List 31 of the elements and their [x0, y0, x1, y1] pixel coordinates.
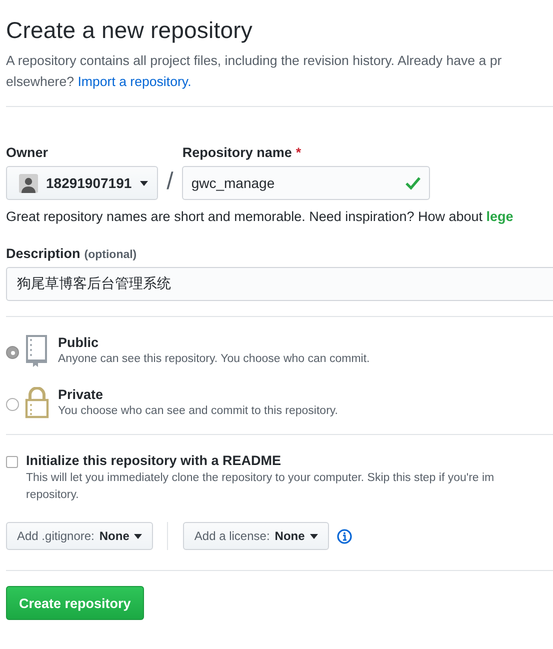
lock-icon: [25, 387, 49, 419]
owner-dropdown[interactable]: 18291907191: [6, 166, 158, 200]
gitignore-dropdown[interactable]: Add .gitignore: None: [6, 522, 154, 550]
checkbox-label: Initialize this repository with a README: [26, 453, 282, 468]
readme-description: This will let you immediately clone the repository to your computer. Skip this step if you're im repository.: [26, 471, 494, 503]
radio-button[interactable]: [6, 346, 19, 359]
caret-icon: [134, 534, 142, 538]
repo-name-field[interactable]: gwc_manage: [182, 166, 430, 200]
option-description: You choose who can see and commit to this repository.: [58, 405, 338, 417]
optional-note: (optional): [84, 249, 137, 261]
option-title: Private: [58, 387, 104, 402]
caret-icon: [310, 534, 318, 538]
info-icon[interactable]: [336, 528, 352, 544]
repo-name-label: Repository name: [182, 145, 292, 160]
description-field[interactable]: 狗尾草博客后台管理系统: [6, 267, 553, 301]
description-label: Description: [6, 246, 80, 261]
avatar-icon: [19, 174, 38, 192]
page-title: Create a new repository: [6, 17, 254, 44]
path-separator: /: [166, 168, 174, 197]
owner-label: Owner: [6, 145, 50, 160]
required-mark: *: [296, 145, 302, 160]
option-description: Anyone can see this repository. You choose who can commit.: [58, 353, 370, 365]
hint-text: Great repository names are short and memorable. Need inspiration? How about lege: [6, 209, 514, 224]
intro-text: A repository contains all project files, including the revision history. Already have a pr elsewhere? Import a repository.: [6, 52, 503, 91]
license-dropdown[interactable]: Add a license: None: [183, 522, 329, 550]
book-icon: [25, 335, 49, 367]
option-title: Public: [58, 335, 100, 350]
radio-button[interactable]: [6, 398, 19, 411]
checkbox[interactable]: [6, 456, 18, 468]
import-link[interactable]: Import a repository.: [78, 74, 192, 89]
caret-icon: [140, 180, 148, 186]
